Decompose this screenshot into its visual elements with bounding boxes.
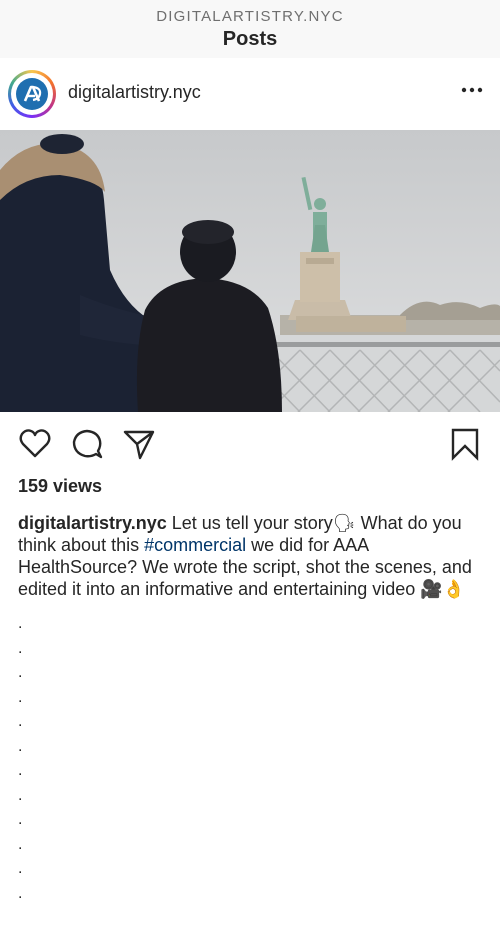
caption-username[interactable]: digitalartistry.nyc [18, 513, 167, 533]
more-options-icon[interactable] [460, 78, 484, 102]
filler-dot: . [18, 786, 23, 804]
filler-dot: . [18, 713, 23, 730]
filler-dot: . [18, 688, 23, 706]
post-header: digitalartistry.nyc [0, 58, 500, 130]
post-actions-bar [0, 412, 500, 476]
bookmark-icon[interactable] [448, 427, 482, 461]
comment-icon[interactable] [70, 427, 104, 461]
filler-dot: . [18, 860, 23, 877]
post-media-video[interactable] [0, 130, 500, 412]
top-navigation-bar: DIGITALARTISTRY.NYC Posts [0, 0, 500, 58]
filler-dot: . [18, 835, 23, 853]
hashtag-link[interactable]: #commercial [144, 535, 246, 555]
filler-dot: . [18, 762, 23, 779]
filler-dot: . [18, 884, 23, 902]
filler-dot: . [18, 615, 23, 632]
filler-dot: . [18, 639, 23, 657]
filler-dot: . [18, 737, 23, 755]
caption-filler-dots: . . . . . . . . . . . . [0, 612, 500, 906]
filler-dot: . [18, 664, 23, 681]
heart-icon[interactable] [18, 427, 52, 461]
view-count: 159 views [18, 476, 103, 496]
page-title: Posts [222, 28, 278, 50]
post-caption: digitalartistry.nyc Let us tell your sto… [0, 512, 500, 600]
avatar[interactable] [8, 70, 56, 118]
post-username[interactable]: digitalartistry.nyc [68, 82, 201, 103]
filler-dot: . [18, 811, 23, 828]
brand-logo-icon [16, 78, 48, 110]
account-name: DIGITALARTISTRY.NYC [156, 8, 344, 25]
send-icon[interactable] [122, 427, 156, 461]
